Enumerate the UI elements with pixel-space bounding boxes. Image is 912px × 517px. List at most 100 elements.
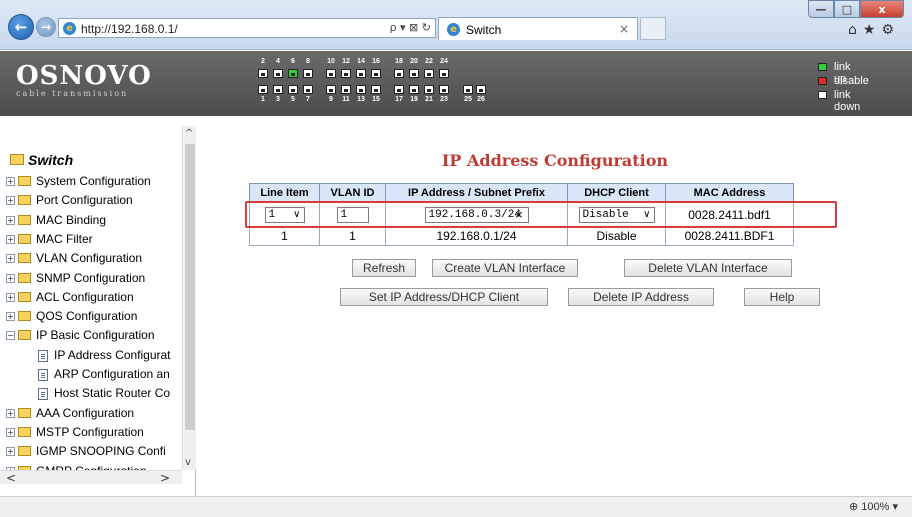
scroll-thumb[interactable] — [185, 144, 195, 430]
logo: OSNOVO cable transmission — [16, 61, 152, 98]
status-bar: ⊕ 100% ▾ — [0, 496, 912, 517]
port-16-icon[interactable] — [371, 69, 381, 78]
folder-icon — [18, 311, 31, 321]
home-favorites-settings-icons[interactable]: ⌂★⚙ — [848, 22, 900, 38]
help-button[interactable]: Help — [744, 288, 820, 306]
port-17-icon[interactable] — [394, 85, 404, 94]
port-26-icon[interactable] — [476, 85, 486, 94]
line-item-select[interactable]: 1 ∨ — [264, 206, 305, 223]
port-20-icon[interactable] — [409, 69, 419, 78]
minimize-button[interactable]: — — [808, 0, 834, 18]
expander-icon[interactable]: − — [6, 331, 15, 340]
sidebar-horizontal-scrollbar[interactable]: < > — [0, 470, 182, 485]
expander-icon[interactable]: + — [6, 428, 15, 437]
port-8-icon[interactable] — [303, 69, 313, 78]
table-row[interactable]: 1 1 192.168.0.1/24 Disable 0028.2411.BDF… — [249, 226, 794, 246]
scroll-up-icon[interactable]: ^ — [185, 128, 193, 139]
sidebar-item-label: SNMP Configuration — [36, 271, 146, 285]
ip-address-value: 192.168.0.3/24 — [428, 208, 521, 221]
sidebar-item-label: QOS Configuration — [36, 309, 138, 323]
port-5-icon[interactable] — [288, 85, 298, 94]
set-ip-dhcp-button[interactable]: Set IP Address/DHCP Client — [340, 288, 548, 306]
main-content: IP Address Configuration Line Item VLAN … — [198, 126, 912, 496]
port-2-icon[interactable] — [258, 69, 268, 78]
sidebar-vertical-scrollbar[interactable]: ^ v — [182, 126, 196, 470]
port-10-icon[interactable] — [326, 69, 336, 78]
port-14-icon[interactable] — [356, 69, 366, 78]
ip-address-input[interactable]: 192.168.0.3/24 × — [424, 206, 529, 223]
folder-icon — [18, 273, 31, 283]
browser-tab[interactable]: e Switch × — [438, 17, 638, 40]
back-button[interactable]: ← — [8, 14, 34, 40]
port-18-icon[interactable] — [394, 69, 404, 78]
edit-row: 1 ∨ 1 192.168.0.3/24 × Disable ∨ 0028.24… — [249, 202, 794, 227]
port-number: 6 — [291, 58, 295, 65]
legend-label: link down — [834, 89, 861, 113]
address-url[interactable]: http://192.168.0.1/ — [81, 22, 178, 36]
expander-icon[interactable]: + — [6, 177, 15, 186]
tab-close-icon[interactable]: × — [619, 22, 629, 36]
port-7-icon[interactable] — [303, 85, 313, 94]
expander-icon[interactable]: + — [6, 293, 15, 302]
mac-address-cell: 0028.2411.bdf1 — [665, 202, 794, 227]
page-icon — [38, 388, 48, 400]
sidebar-item-label: ACL Configuration — [36, 290, 134, 304]
port-number: 21 — [425, 96, 433, 103]
expander-icon[interactable]: + — [6, 196, 15, 205]
address-tools-icons[interactable]: ρ ▾ ⊠ ↻ — [390, 21, 431, 34]
sidebar-item-label: VLAN Configuration — [36, 251, 143, 265]
port-number: 23 — [440, 96, 448, 103]
zoom-control[interactable]: ⊕ 100% ▾ — [849, 500, 898, 513]
scroll-down-icon[interactable]: v — [185, 457, 191, 468]
port-number: 10 — [327, 58, 335, 65]
expander-icon[interactable]: + — [6, 447, 15, 456]
dhcp-client-select[interactable]: Disable ∨ — [578, 206, 655, 223]
forward-button[interactable]: → — [36, 17, 56, 37]
port-13-icon[interactable] — [356, 85, 366, 94]
port-number: 7 — [306, 96, 310, 103]
address-bar[interactable]: e http://192.168.0.1/ ρ ▾ ⊠ ↻ — [58, 18, 436, 38]
maximize-button[interactable]: □ — [834, 0, 860, 18]
port-3-icon[interactable] — [273, 85, 283, 94]
port-9-icon[interactable] — [326, 85, 336, 94]
port-number: 26 — [477, 96, 485, 103]
port-12-icon[interactable] — [341, 69, 351, 78]
sidebar-subitem-label: IP Address Configurat — [54, 348, 171, 362]
port-19-icon[interactable] — [409, 85, 419, 94]
page-title: IP Address Configuration — [441, 151, 669, 170]
create-vlan-interface-button[interactable]: Create VLAN Interface — [432, 259, 578, 277]
edit-cell: Disable ∨ — [567, 202, 666, 227]
port-21-icon[interactable] — [424, 85, 434, 94]
port-25-icon[interactable] — [463, 85, 473, 94]
new-tab-button[interactable] — [640, 17, 666, 40]
expander-icon[interactable]: + — [6, 312, 15, 321]
port-4-icon[interactable] — [273, 69, 283, 78]
port-6-icon[interactable] — [288, 69, 298, 78]
zoom-icon: ⊕ — [849, 501, 862, 513]
scroll-right-icon[interactable]: > — [160, 471, 170, 485]
port-15-icon[interactable] — [371, 85, 381, 94]
port-status-icon — [818, 63, 827, 71]
expander-icon[interactable]: + — [6, 216, 15, 225]
port-23-icon[interactable] — [439, 85, 449, 94]
expander-icon[interactable]: + — [6, 235, 15, 244]
expander-icon[interactable]: + — [6, 409, 15, 418]
port-number: 20 — [410, 58, 418, 65]
clear-input-icon[interactable]: × — [514, 208, 523, 222]
delete-vlan-interface-button[interactable]: Delete VLAN Interface — [624, 259, 792, 277]
expander-icon[interactable]: + — [6, 274, 15, 283]
port-22-icon[interactable] — [424, 69, 434, 78]
delete-ip-address-button[interactable]: Delete IP Address — [568, 288, 714, 306]
port-number: 22 — [425, 58, 433, 65]
port-11-icon[interactable] — [341, 85, 351, 94]
legend-label: disable — [834, 75, 869, 87]
close-window-button[interactable]: x — [860, 0, 904, 18]
tree-root-label: Switch — [28, 152, 74, 168]
refresh-button[interactable]: Refresh — [352, 259, 416, 277]
column-header: DHCP Client — [567, 183, 666, 203]
expander-icon[interactable]: + — [6, 254, 15, 263]
port-24-icon[interactable] — [439, 69, 449, 78]
scroll-left-icon[interactable]: < — [6, 471, 16, 485]
port-1-icon[interactable] — [258, 85, 268, 94]
vlan-id-input[interactable]: 1 — [336, 206, 369, 223]
